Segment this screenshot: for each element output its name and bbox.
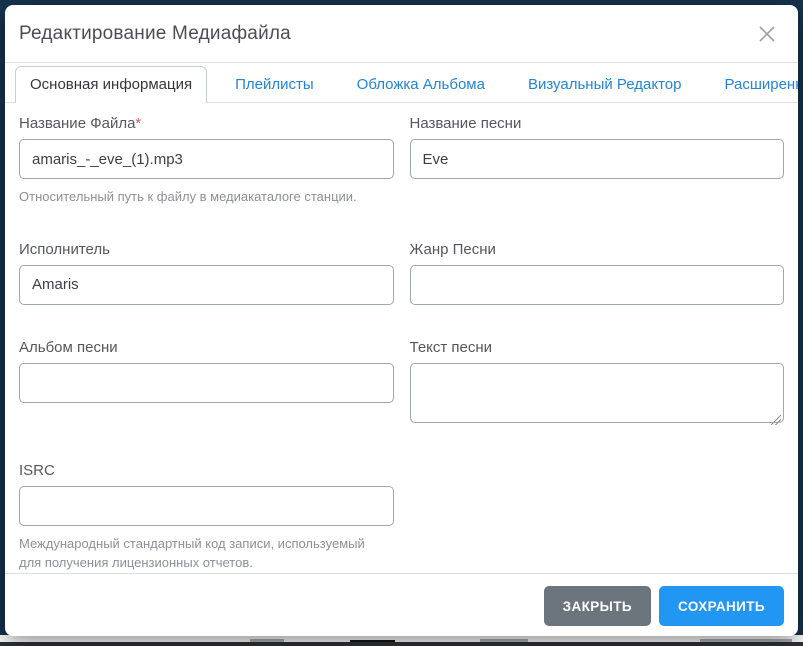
tab-visual-editor[interactable]: Визуальный Редактор [513,66,697,102]
genre-label: Жанр Песни [409,240,496,258]
lyrics-label: Текст песни [409,338,493,356]
lyrics-textarea[interactable] [409,362,784,423]
field-artist: Исполнитель [19,241,394,305]
artist-input[interactable] [19,264,394,305]
isrc-label: ISRC [19,461,55,479]
field-lyrics: Текст песни [409,338,784,428]
tab-main-info[interactable]: Основная информация [15,66,208,103]
genre-input[interactable] [409,264,784,305]
close-icon [759,25,775,42]
album-label: Альбом песни [19,338,118,356]
required-asterisk: * [135,115,142,132]
file-name-label: Название Файла* [19,115,142,132]
tab-album-art[interactable]: Обложка Альбома [342,66,500,102]
field-file-name: Название Файла* Относительный путь к фай… [19,115,394,207]
dialog-header: Редактирование Медиафайла [5,5,798,63]
close-dialog-button[interactable] [752,19,782,49]
tab-advanced[interactable]: Расширенное [709,66,798,102]
file-name-input[interactable] [19,139,394,179]
modal-backdrop: Редактирование Медиафайла Основная инфор… [0,0,803,646]
file-name-help-text: Относительный путь к файлу в медиакатало… [19,189,357,204]
isrc-help-text: Международный стандартный код записи, ис… [19,535,365,570]
artist-label: Исполнитель [19,240,110,258]
isrc-input[interactable] [19,485,394,526]
save-button[interactable]: СОХРАНИТЬ [659,586,784,627]
dialog-body: Название Файла* Относительный путь к фай… [5,103,798,573]
field-song-title: Название песни [409,115,784,207]
dialog-title: Редактирование Медиафайла [19,22,291,44]
tab-playlists[interactable]: Плейлисты [220,66,329,102]
tab-bar: Основная информация Плейлисты Обложка Ал… [5,63,798,103]
close-button[interactable]: ЗАКРЫТЬ [543,586,652,627]
song-title-input[interactable] [409,139,784,179]
field-isrc: ISRC Международный стандартный код запис… [19,462,394,573]
edit-media-dialog: Редактирование Медиафайла Основная инфор… [5,5,798,636]
field-genre: Жанр Песни [409,240,784,305]
song-title-label: Название песни [409,115,522,132]
dialog-footer: ЗАКРЫТЬ СОХРАНИТЬ [5,572,798,636]
album-input[interactable] [19,362,394,403]
background-page-sliver [0,635,803,646]
field-album: Альбом песни [19,339,394,428]
clipped-dark-bar [0,642,803,646]
